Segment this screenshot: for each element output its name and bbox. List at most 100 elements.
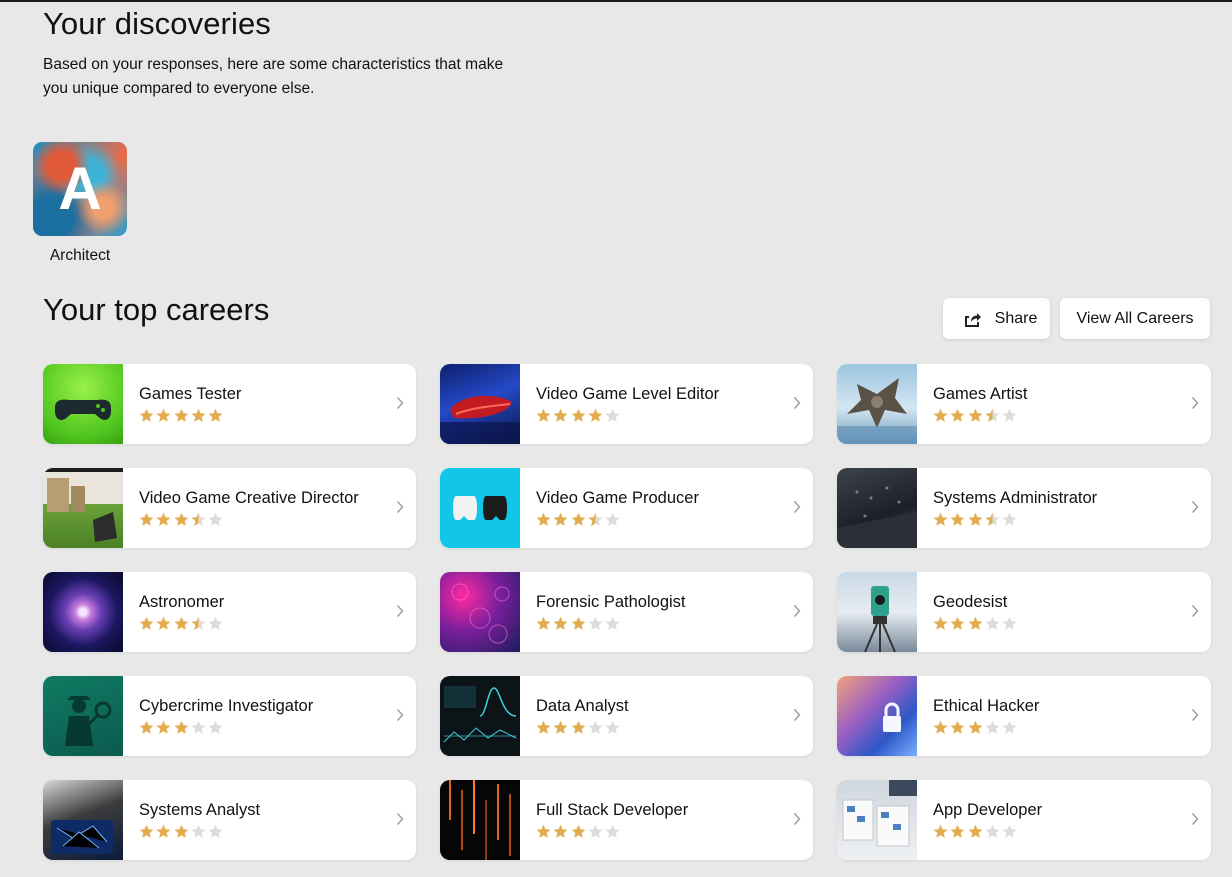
- star-filled-icon: [933, 824, 948, 838]
- chevron-right-icon: [793, 605, 801, 617]
- star-filled-icon: [191, 408, 206, 422]
- top-careers-heading: Your top careers: [43, 292, 270, 327]
- chevron-right-icon: [793, 709, 801, 721]
- career-card[interactable]: Video Game Creative Director: [43, 468, 416, 548]
- career-card[interactable]: Video Game Producer: [440, 468, 813, 548]
- chevron-right-icon: [793, 397, 801, 409]
- discovery-card-architect[interactable]: A Architect: [33, 142, 127, 265]
- career-title: Video Game Creative Director: [139, 488, 359, 507]
- star-empty-icon: [588, 616, 603, 630]
- star-filled-icon: [139, 408, 154, 422]
- star-filled-icon: [553, 720, 568, 734]
- career-thumbnail: [837, 572, 917, 652]
- star-filled-icon: [174, 720, 188, 734]
- star-filled-icon: [156, 616, 171, 630]
- discovery-letter: A: [58, 155, 102, 222]
- career-title: Systems Administrator: [933, 488, 1098, 507]
- career-card[interactable]: Cybercrime Investigator: [43, 676, 416, 756]
- career-card[interactable]: Full Stack Developer: [440, 780, 813, 860]
- career-thumbnail: [43, 572, 123, 652]
- career-rating: [139, 616, 416, 632]
- star-empty-icon: [1002, 408, 1017, 422]
- star-filled-icon: [174, 408, 188, 422]
- star-empty-icon: [985, 720, 1000, 734]
- career-card[interactable]: Astronomer: [43, 572, 416, 652]
- career-title: Video Game Producer: [536, 488, 699, 507]
- star-empty-icon: [605, 616, 620, 630]
- chevron-right-icon: [396, 813, 404, 825]
- star-empty-icon: [588, 824, 603, 838]
- share-button[interactable]: Share: [943, 298, 1050, 339]
- star-filled-icon: [950, 616, 965, 630]
- star-empty-icon: [1002, 616, 1017, 630]
- star-filled-icon: [174, 512, 188, 526]
- career-card[interactable]: Data Analyst: [440, 676, 813, 756]
- career-thumbnail: [440, 468, 520, 548]
- star-filled-icon: [933, 616, 948, 630]
- star-empty-icon: [985, 824, 1000, 838]
- chevron-right-icon: [1191, 709, 1199, 721]
- career-thumbnail: [43, 364, 123, 444]
- star-filled-icon: [968, 720, 982, 734]
- discovery-label: Architect: [49, 247, 111, 264]
- star-half-icon: [191, 616, 206, 630]
- chevron-right-icon: [793, 813, 801, 825]
- share-icon: [964, 312, 981, 327]
- star-filled-icon: [174, 824, 188, 838]
- career-card[interactable]: Games Tester: [43, 364, 416, 444]
- career-rating: [536, 512, 813, 528]
- star-filled-icon: [139, 720, 154, 734]
- career-card[interactable]: App Developer: [837, 780, 1211, 860]
- star-empty-icon: [208, 824, 223, 838]
- career-rating: [139, 512, 416, 528]
- star-filled-icon: [968, 824, 982, 838]
- career-title: Systems Analyst: [139, 800, 261, 819]
- star-filled-icon: [950, 720, 965, 734]
- chevron-right-icon: [396, 709, 404, 721]
- career-thumbnail: [837, 780, 917, 860]
- star-filled-icon: [536, 512, 551, 526]
- career-rating: [933, 512, 1211, 528]
- star-half-icon: [985, 408, 1000, 422]
- star-filled-icon: [139, 824, 154, 838]
- star-filled-icon: [571, 720, 585, 734]
- career-title: Games Tester: [139, 384, 242, 403]
- career-card[interactable]: Video Game Level Editor: [440, 364, 813, 444]
- star-filled-icon: [933, 408, 948, 422]
- career-thumbnail: [440, 780, 520, 860]
- chevron-right-icon: [1191, 605, 1199, 617]
- career-card[interactable]: Geodesist: [837, 572, 1211, 652]
- star-filled-icon: [571, 408, 585, 422]
- career-title: Forensic Pathologist: [536, 592, 686, 611]
- star-empty-icon: [985, 616, 1000, 630]
- star-half-icon: [588, 512, 603, 526]
- star-half-icon: [985, 512, 1000, 526]
- share-button-label: Share: [994, 309, 1038, 327]
- career-card[interactable]: Systems Analyst: [43, 780, 416, 860]
- star-empty-icon: [1002, 720, 1017, 734]
- star-filled-icon: [139, 512, 154, 526]
- career-rating: [536, 720, 813, 736]
- chevron-right-icon: [1191, 501, 1199, 513]
- star-filled-icon: [536, 616, 551, 630]
- star-empty-icon: [588, 720, 603, 734]
- star-filled-icon: [156, 408, 171, 422]
- star-empty-icon: [605, 824, 620, 838]
- career-card[interactable]: Games Artist: [837, 364, 1211, 444]
- star-filled-icon: [571, 824, 585, 838]
- star-filled-icon: [174, 616, 188, 630]
- career-title: Ethical Hacker: [933, 696, 1040, 715]
- career-card[interactable]: Systems Administrator: [837, 468, 1211, 548]
- career-card[interactable]: Forensic Pathologist: [440, 572, 813, 652]
- discovery-tile[interactable]: A: [33, 142, 127, 236]
- star-empty-icon: [605, 408, 620, 422]
- career-thumbnail: [43, 468, 123, 548]
- career-thumbnail: [440, 364, 520, 444]
- view-all-careers-button[interactable]: View All Careers: [1060, 298, 1210, 339]
- career-card[interactable]: Ethical Hacker: [837, 676, 1211, 756]
- star-filled-icon: [536, 824, 551, 838]
- star-filled-icon: [588, 408, 603, 422]
- star-empty-icon: [605, 512, 620, 526]
- star-filled-icon: [968, 512, 982, 526]
- career-rating: [536, 824, 813, 840]
